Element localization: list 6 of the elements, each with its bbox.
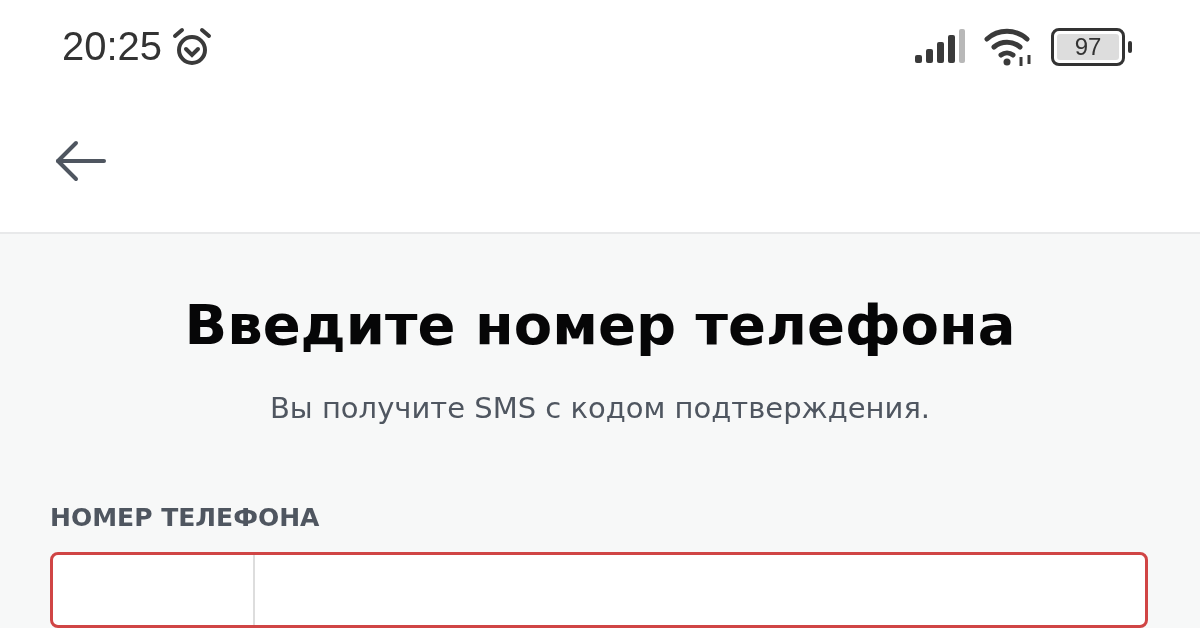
page-subtitle: Вы получите SMS с кодом подтверждения. bbox=[269, 391, 931, 425]
status-time: 20:25 bbox=[62, 24, 163, 70]
phone-input-field[interactable] bbox=[50, 552, 1148, 628]
signal-icon bbox=[913, 28, 967, 65]
page-title: Введите номер телефона bbox=[184, 292, 1016, 357]
field-label: НОМЕР ТЕЛЕФОНА bbox=[50, 503, 320, 532]
